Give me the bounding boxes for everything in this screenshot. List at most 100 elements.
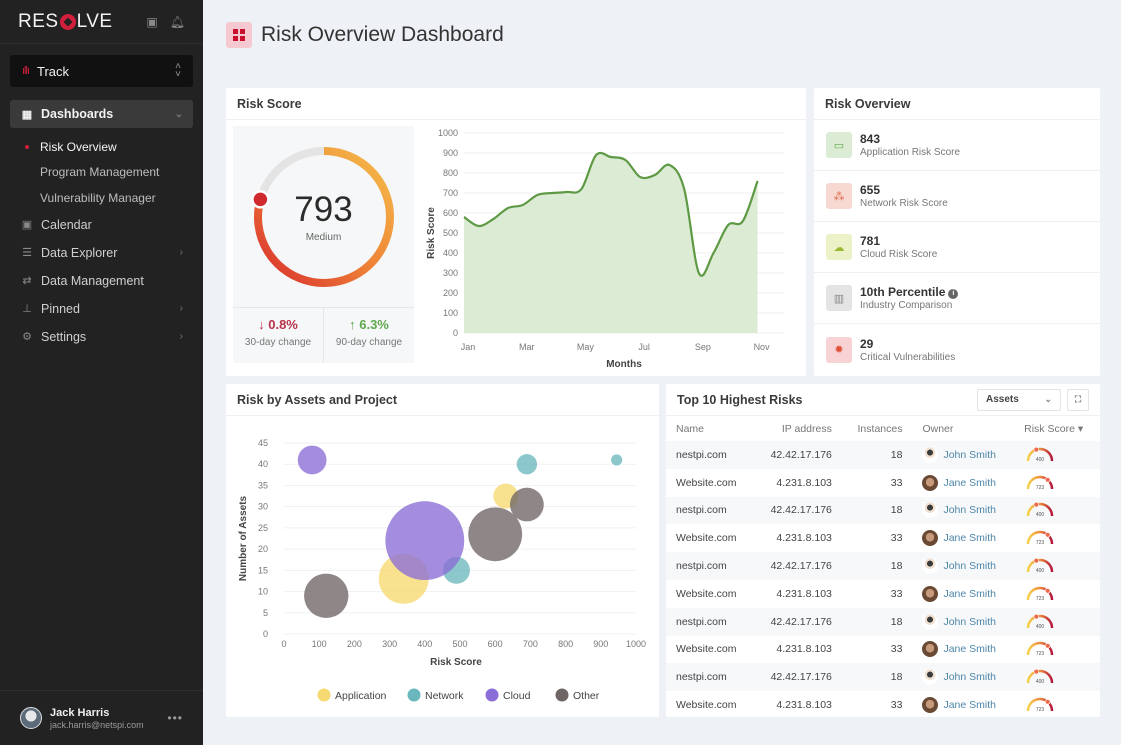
table-row[interactable]: nestpi.com 42.42.17.176 18 John Smith 400 (666, 496, 1100, 525)
instances: 33 (890, 699, 903, 712)
owner-avatar (922, 669, 939, 686)
bell-icon[interactable]: 🔔︎ (170, 15, 185, 29)
y-tick-label: 10 (258, 587, 268, 597)
risk-by-assets-card: Risk by Assets and Project 0 5 10 15 20 25 30 3… (226, 384, 659, 717)
owner-link[interactable]: John Smith (943, 671, 996, 683)
owner-avatar (922, 613, 939, 630)
column-header[interactable]: Risk Score ▾ (1014, 416, 1100, 441)
sidebar-item-data-explorer[interactable]: ☰ Data Explorer › (0, 239, 203, 267)
owner-link[interactable]: Jane Smith (943, 477, 996, 489)
mini-gauge-value: 723 (1036, 485, 1045, 491)
sidebar-item-calendar[interactable]: ▣ Calendar (0, 211, 203, 239)
risk-score-mini-gauge: 400 (1026, 446, 1054, 463)
bubble-cloud[interactable] (297, 445, 327, 475)
overview-value: 843 (860, 132, 881, 146)
expand-icon[interactable]: ⛶ (1067, 388, 1089, 411)
resolve-logo[interactable]: RES LVE (18, 11, 113, 33)
dashboard-icon (226, 22, 252, 48)
owner-link[interactable]: Jane Smith (943, 588, 996, 600)
owner-link[interactable]: Jane Smith (943, 532, 996, 544)
card-title: Top 10 Highest Risks (677, 392, 803, 407)
x-axis-label: Risk Score (430, 657, 482, 668)
risk-overview-item[interactable]: ☁ 781 Cloud Risk Score (814, 222, 1100, 273)
table-row[interactable]: nestpi.com 42.42.17.176 18 John Smith 400 (666, 607, 1100, 636)
legend-item-other[interactable]: Other (555, 688, 600, 703)
owner-link[interactable]: John Smith (943, 616, 996, 628)
column-header[interactable]: IP address (754, 416, 842, 441)
sidebar-subitem-vulnerability-manager[interactable]: Vulnerability Manager (0, 185, 203, 211)
owner-cell: Jane Smith (912, 691, 1014, 719)
grid-icon: ▦ (21, 108, 33, 121)
column-header[interactable]: Owner (912, 416, 1014, 441)
user-profile[interactable]: Jack Harris jack.harris@netspi.com ••• (0, 690, 203, 745)
legend-item-network[interactable]: Network (407, 688, 465, 703)
column-header[interactable]: Instances (842, 416, 913, 441)
table-row[interactable]: Website.com 4.231.8.103 33 Jane Smith 723 (666, 636, 1100, 664)
sidebar-item-label: Data Management (41, 273, 144, 288)
table-row[interactable]: Website.com 4.231.8.103 33 Jane Smith 723 (666, 580, 1100, 608)
area-fill (464, 152, 758, 333)
sidebar-subitem-program-management[interactable]: Program Management (0, 160, 203, 186)
info-icon[interactable]: i (948, 289, 959, 299)
table-row[interactable]: nestpi.com 42.42.17.176 18 John Smith 400 (666, 663, 1100, 692)
legend-swatch (317, 688, 331, 702)
top-risks-card: Top 10 Highest Risks Assets ⌄ ⛶ Name IP a… (666, 384, 1100, 717)
x-tick-label: May (577, 342, 595, 352)
sidebar-item-pinned[interactable]: ⊥ Pinned › (0, 295, 203, 323)
overview-label: Critical Vulnerabilities (860, 351, 956, 363)
owner-cell: Jane Smith (912, 469, 1014, 497)
risk-score-mini-gauge: 723 (1026, 697, 1054, 713)
table-row[interactable]: nestpi.com 42.42.17.176 18 John Smith 400 (666, 552, 1100, 580)
ip-address: 4.231.8.103 (776, 587, 832, 600)
risk-score-mini-gauge: 723 (1026, 475, 1054, 491)
risk-score-card: Risk Score 793 Medium ↓ 0.8% 30-day chan… (226, 88, 806, 376)
card-title: Risk Score (226, 88, 806, 120)
risk-score-mini-gauge: 723 (1026, 642, 1054, 657)
avatar (20, 707, 42, 729)
page-title: Risk Overview Dashboard (261, 23, 504, 46)
overview-value: 655 (860, 183, 881, 197)
owner-link[interactable]: John Smith (943, 560, 996, 572)
more-icon[interactable]: ••• (167, 711, 183, 725)
owner-link[interactable]: John Smith (943, 449, 996, 461)
legend-item-application[interactable]: Application (317, 688, 387, 703)
ip-address: 42.42.17.176 (770, 504, 832, 517)
risk-overview-item[interactable]: ✹ 29 Critical Vulnerabilities (814, 324, 1100, 375)
table-row[interactable]: nestpi.com 42.42.17.176 18 John Smith 400 (666, 441, 1100, 469)
legend-item-cloud[interactable]: Cloud (485, 688, 531, 703)
briefcase-icon[interactable]: ▣ (146, 15, 157, 29)
bubble-other[interactable] (509, 487, 544, 522)
overview-label: Industry Comparison (860, 300, 953, 311)
asset-filter-select[interactable]: Assets ⌄ (977, 388, 1061, 411)
table-row[interactable]: Website.com 4.231.8.103 33 Jane Smith 723 (666, 469, 1100, 497)
table-row[interactable]: Website.com 4.231.8.103 33 Jane Smith 723 (666, 691, 1100, 719)
bubble-network[interactable] (611, 454, 623, 466)
owner-link[interactable]: Jane Smith (943, 643, 996, 655)
bubble-cloud[interactable] (385, 501, 465, 581)
cloud-icon: ☁ (826, 234, 852, 260)
network-icon: ⁂ (826, 183, 852, 209)
table-row[interactable]: Website.com 4.231.8.103 33 Jane Smith 723 (666, 524, 1100, 552)
workspace-switcher[interactable]: ıllı Track ˄ ˅ (10, 55, 193, 87)
y-tick-label: 20 (258, 544, 268, 554)
owner-link[interactable]: John Smith (943, 504, 996, 516)
risk-score-value: 793 (294, 190, 353, 229)
risk-overview-item[interactable]: ▭ 843 Application Risk Score (814, 120, 1100, 171)
instances: 33 (890, 643, 903, 656)
ip-address: 42.42.17.176 (770, 560, 832, 573)
sidebar-subitem-risk-overview[interactable]: Risk Overview (0, 134, 203, 160)
bubble-other[interactable] (304, 573, 349, 618)
column-header[interactable]: Name (666, 416, 754, 441)
chevron-right-icon: › (179, 331, 183, 342)
ip-address: 42.42.17.176 (770, 448, 832, 461)
risk-overview-item[interactable]: ⁂ 655 Network Risk Score (814, 171, 1100, 222)
sidebar-item-settings[interactable]: ⚙ Settings › (0, 323, 203, 351)
sidebar-item-data-management[interactable]: ⇄ Data Management (0, 267, 203, 295)
bubble-network[interactable] (516, 454, 538, 475)
owner-avatar (922, 446, 939, 463)
ip-address: 4.231.8.103 (776, 699, 832, 712)
risk-overview-item[interactable]: ▥ 10th Percentile i Industry Comparison (814, 273, 1100, 324)
sidebar-item-dashboards[interactable]: ▦ Dashboards ⌄ (10, 100, 193, 128)
sidebar: RES LVE ▣ 🔔︎ ıllı Track ˄ ˅ ▦ Dashboards … (0, 0, 203, 745)
owner-link[interactable]: Jane Smith (943, 699, 996, 711)
